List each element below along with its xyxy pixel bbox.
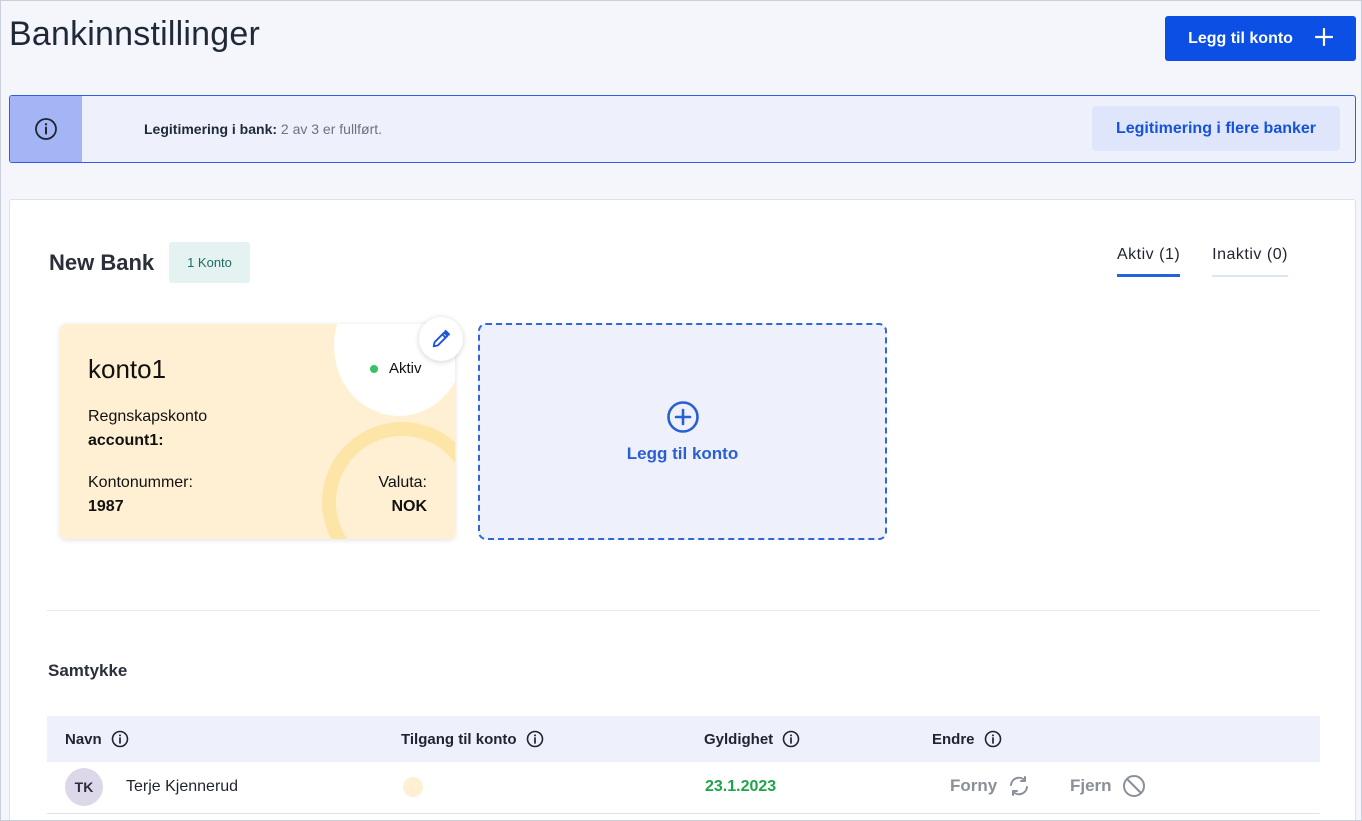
- column-header-validity-label: Gyldighet: [704, 730, 774, 748]
- table-row: TK Terje Kjennerud 23.1.2023 Forny Fjern: [47, 762, 1320, 814]
- ledger-value: account1:: [88, 432, 164, 449]
- currency-label: Valuta:: [378, 474, 427, 491]
- verify-more-banks-button[interactable]: Legitimering i flere banker: [1092, 106, 1340, 151]
- add-account-button-label: Legg til konto: [1188, 29, 1293, 47]
- column-header-change: Endre: [932, 730, 1002, 748]
- verification-banner: Legitimering i bank: 2 av 3 er fullført.…: [9, 95, 1356, 163]
- bank-name: New Bank: [49, 250, 155, 275]
- column-header-access-label: Tilgang til konto: [401, 730, 517, 748]
- edit-account-button[interactable]: [419, 317, 463, 361]
- info-icon[interactable]: [984, 730, 1002, 748]
- account-card[interactable]: konto1 Aktiv Regnskapskonto account1: Ko…: [60, 324, 455, 539]
- add-account-button[interactable]: Legg til konto: [1165, 16, 1356, 61]
- block-icon: [1122, 774, 1146, 798]
- plus-icon: [1314, 28, 1333, 46]
- account-number-value: 1987: [88, 498, 124, 515]
- renew-button-label: Forny: [950, 776, 998, 795]
- add-account-card-label: Legg til konto: [626, 443, 739, 463]
- account-name: konto1: [88, 354, 167, 384]
- avatar: TK: [65, 768, 103, 806]
- column-header-change-label: Endre: [932, 730, 975, 748]
- add-account-card[interactable]: Legg til konto: [478, 323, 887, 540]
- status-dot-icon: [370, 364, 378, 373]
- info-icon[interactable]: [111, 730, 129, 748]
- bank-panel: New Bank 1 Konto Aktiv (1) Inaktiv (0) k…: [9, 199, 1356, 820]
- consent-validity-date: 23.1.2023: [705, 778, 777, 795]
- info-icon[interactable]: [782, 730, 800, 748]
- app-window: Bankinnstillinger Legg til konto Legitim…: [0, 0, 1362, 821]
- account-status-tabs: Aktiv (1) Inaktiv (0): [1117, 246, 1288, 277]
- currency-value: NOK: [391, 498, 427, 515]
- column-header-validity: Gyldighet: [704, 730, 800, 748]
- tab-inactive[interactable]: Inaktiv (0): [1212, 246, 1288, 277]
- remove-button-label: Fjern: [1070, 776, 1112, 795]
- consent-table-header: Navn Tilgang til konto Gyldighet Endre: [47, 716, 1320, 762]
- verification-progress: 2 av 3 er fullført.: [280, 121, 383, 137]
- column-header-name: Navn: [65, 730, 129, 748]
- account-status-label: Aktiv: [389, 360, 422, 377]
- account-access-indicator: [403, 777, 423, 797]
- section-divider: [47, 610, 1320, 611]
- verification-label: Legitimering i bank:: [144, 121, 278, 137]
- renew-button[interactable]: Forny: [950, 774, 1031, 798]
- account-number-label: Kontonummer:: [88, 474, 193, 491]
- info-icon[interactable]: [526, 730, 544, 748]
- info-icon: [10, 96, 82, 162]
- ledger-label: Regnskapskonto: [88, 408, 208, 425]
- consent-section-title: Samtykke: [48, 661, 128, 680]
- pencil-icon: [430, 328, 452, 350]
- page-title: Bankinnstillinger: [9, 15, 260, 53]
- tab-active[interactable]: Aktiv (1): [1117, 246, 1181, 277]
- account-status: Aktiv: [370, 360, 422, 377]
- column-header-name-label: Navn: [65, 730, 102, 748]
- column-header-access: Tilgang til konto: [401, 730, 544, 748]
- consent-holder-name: Terje Kjennerud: [126, 778, 239, 795]
- refresh-icon: [1007, 774, 1031, 798]
- account-count-badge: 1 Konto: [169, 242, 250, 283]
- verification-status: Legitimering i bank: 2 av 3 er fullført.: [144, 121, 382, 137]
- plus-circle-icon: [666, 400, 700, 434]
- remove-button[interactable]: Fjern: [1070, 774, 1146, 798]
